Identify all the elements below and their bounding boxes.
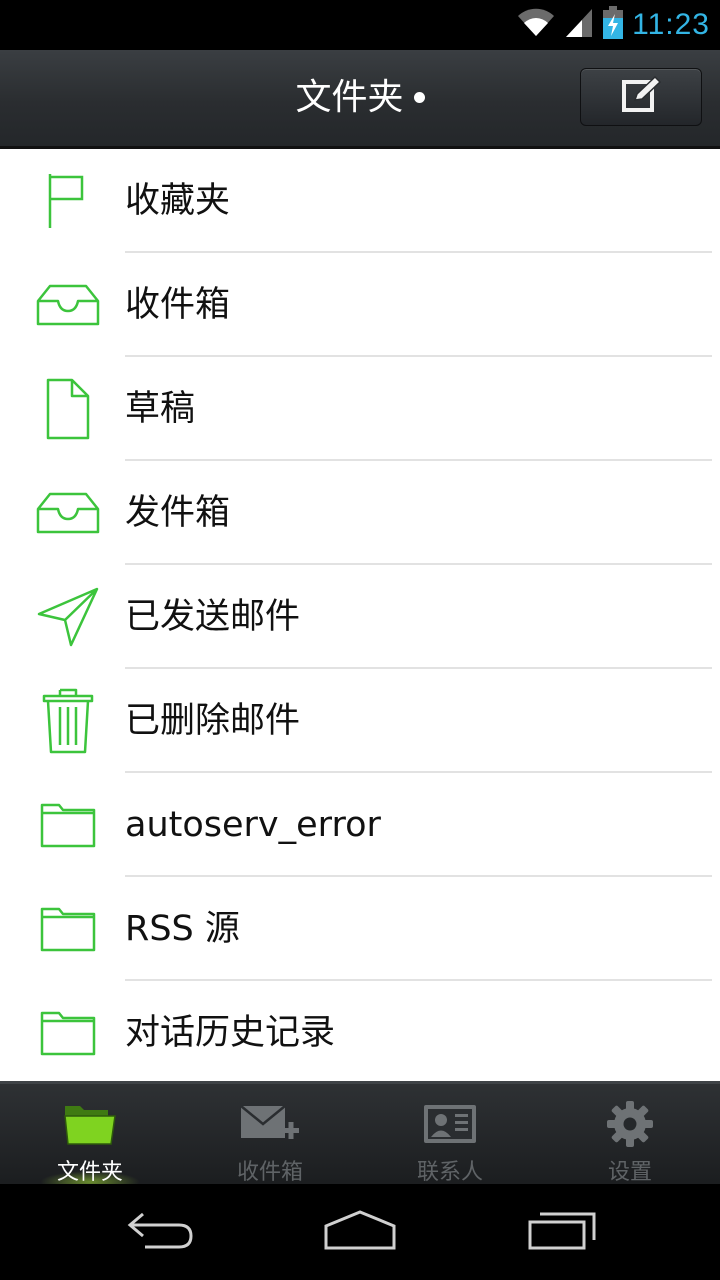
list-item-autoserv-error[interactable]: autoserv_error — [0, 773, 720, 877]
folder-icon — [36, 899, 100, 959]
tab-label: 联系人 — [416, 1160, 483, 1185]
gear-icon — [540, 1098, 720, 1150]
folder-label: 对话历史记录 — [125, 1013, 336, 1053]
tab-label: 设置 — [607, 1160, 652, 1185]
title-bar: 文件夹 — [0, 50, 720, 149]
back-button[interactable] — [110, 1202, 210, 1262]
list-item-rss[interactable]: RSS 源 — [0, 877, 720, 981]
title-dropdown-dot — [413, 91, 425, 103]
trash-icon — [36, 688, 100, 754]
folder-label: autoserv_error — [125, 805, 381, 845]
tab-label: 文件夹 — [56, 1160, 123, 1185]
system-nav-bar — [0, 1184, 720, 1280]
bottom-tab-bar: 文件夹 收件箱 联系人 设置 — [0, 1081, 720, 1193]
tab-inbox[interactable]: 收件箱 — [180, 1084, 360, 1187]
folder-label: 收件箱 — [125, 285, 231, 325]
list-item-trash[interactable]: 已删除邮件 — [0, 669, 720, 773]
home-icon — [322, 1208, 398, 1256]
battery-charging-icon — [602, 6, 624, 44]
list-item-conversation-history[interactable]: 对话历史记录 — [0, 981, 720, 1085]
draft-document-icon — [36, 378, 100, 440]
wifi-icon — [516, 8, 556, 42]
back-icon — [125, 1210, 195, 1254]
status-bar: 11:23 — [0, 0, 720, 50]
folder-icon — [36, 1003, 100, 1063]
folder-label: 已发送邮件 — [125, 597, 301, 637]
tab-contacts[interactable]: 联系人 — [360, 1084, 540, 1187]
status-icons: 11:23 — [516, 0, 710, 50]
folder-open-icon — [0, 1098, 180, 1150]
list-item-inbox[interactable]: 收件箱 — [0, 253, 720, 357]
compose-button[interactable] — [580, 68, 702, 126]
inbox-tray-icon — [36, 275, 100, 335]
recents-button[interactable] — [512, 1202, 612, 1262]
tab-folders[interactable]: 文件夹 — [0, 1084, 180, 1193]
folder-label: 草稿 — [125, 389, 196, 429]
signal-icon — [564, 7, 594, 43]
compose-icon — [621, 75, 662, 119]
folder-label: RSS 源 — [125, 909, 240, 949]
status-time: 11:23 — [632, 8, 710, 41]
paper-plane-icon — [36, 587, 100, 647]
folder-icon — [36, 795, 100, 855]
outbox-tray-icon — [36, 483, 100, 543]
list-item-outbox[interactable]: 发件箱 — [0, 461, 720, 565]
folder-label: 收藏夹 — [125, 181, 231, 221]
list-item-favorites[interactable]: 收藏夹 — [0, 149, 720, 253]
mail-add-icon — [180, 1098, 360, 1150]
page-title: 文件夹 — [295, 77, 404, 118]
recents-icon — [526, 1210, 598, 1254]
home-button[interactable] — [310, 1202, 410, 1262]
tab-label: 收件箱 — [236, 1160, 303, 1185]
list-item-sent[interactable]: 已发送邮件 — [0, 565, 720, 669]
list-item-drafts[interactable]: 草稿 — [0, 357, 720, 461]
folder-label: 已删除邮件 — [125, 701, 301, 741]
folder-label: 发件箱 — [125, 493, 231, 533]
folder-list: 收藏夹 收件箱 草稿 发件箱 已发送邮件 已删除邮件 autoserv_erro… — [0, 149, 720, 1081]
flag-icon — [36, 171, 100, 231]
contact-card-icon — [360, 1098, 540, 1150]
tab-settings[interactable]: 设置 — [540, 1084, 720, 1187]
